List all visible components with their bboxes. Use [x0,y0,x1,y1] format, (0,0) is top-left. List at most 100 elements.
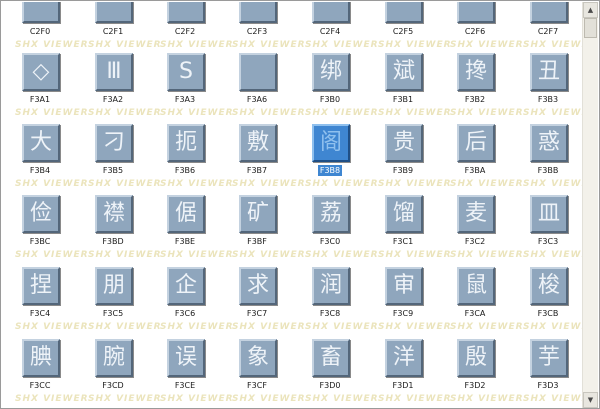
glyph-cell[interactable]: C2F2 SHX VIEWER [150,2,233,56]
scrollbar-thumb[interactable] [584,18,597,38]
glyph-cell[interactable]: C2F5 SHX VIEWER [368,2,451,56]
glyph-tile[interactable] [22,2,60,23]
glyph-tile[interactable]: S [167,53,205,91]
glyph-cell[interactable]: 企 F3C6 SHX VIEWER [150,267,233,338]
glyph-tile[interactable]: 俭 [22,195,60,233]
glyph-tile[interactable]: 皿 [530,195,568,233]
glyph-tile[interactable] [239,2,277,23]
scroll-up-icon[interactable]: ▲ [583,2,598,18]
glyph-tile[interactable] [457,2,495,23]
glyph-cell[interactable]: 馏 F3C1 SHX VIEWER [368,195,451,266]
glyph-cell[interactable]: S F3A3 SHX VIEWER [150,53,233,124]
glyph-cell[interactable]: 腆 F3CC SHX VIEWER [5,339,88,408]
glyph-cell[interactable]: ◇ F3A1 SHX VIEWER [5,53,88,124]
glyph-tile[interactable]: 腆 [22,339,60,377]
glyph-tile[interactable]: 刁 [95,124,133,162]
glyph-tile[interactable]: 审 [385,267,423,305]
glyph-tile[interactable]: 馏 [385,195,423,233]
glyph-cell[interactable]: 倨 F3BE SHX VIEWER [150,195,233,266]
glyph-cell[interactable]: 惑 F3BB SHX VIEWER [513,124,584,195]
glyph-cell[interactable]: Ⅲ F3A2 SHX VIEWER [78,53,161,124]
glyph-tile[interactable] [312,2,350,23]
glyph-tile[interactable]: 洋 [385,339,423,377]
vertical-scrollbar[interactable]: ▲ ▼ [582,2,598,408]
glyph-tile[interactable]: 搀 [457,53,495,91]
glyph-tile[interactable]: 捏 [22,267,60,305]
glyph-cell[interactable]: C2F0 SHX VIEWER [5,2,88,56]
glyph-cell[interactable]: 求 F3C7 SHX VIEWER [222,267,305,338]
glyph-cell[interactable]: 后 F3BA SHX VIEWER [440,124,523,195]
glyph-cell[interactable]: 芋 F3D3 SHX VIEWER [513,339,584,408]
glyph-tile[interactable]: 荔 [312,195,350,233]
glyph-cell[interactable]: C2F6 SHX VIEWER [440,2,523,56]
glyph-tile[interactable]: 畜 [312,339,350,377]
glyph-cell[interactable]: 朋 F3C5 SHX VIEWER [78,267,161,338]
glyph-tile[interactable]: 象 [239,339,277,377]
glyph-cell[interactable]: 矿 F3BF SHX VIEWER [222,195,305,266]
glyph-cell[interactable]: 绑 F3B0 SHX VIEWER [295,53,378,124]
glyph-tile[interactable] [167,2,205,23]
glyph-cell[interactable]: 皿 F3C3 SHX VIEWER [513,195,584,266]
glyph-tile[interactable]: 企 [167,267,205,305]
glyph-tile[interactable]: 扼 [167,124,205,162]
glyph-tile[interactable]: 求 [239,267,277,305]
glyph-tile[interactable]: 斌 [385,53,423,91]
glyph-tile[interactable]: 润 [312,267,350,305]
glyph-tile[interactable]: 误 [167,339,205,377]
glyph-cell[interactable]: 大 F3B4 SHX VIEWER [5,124,88,195]
glyph-tile[interactable]: 朋 [95,267,133,305]
glyph-tile[interactable]: 芋 [530,339,568,377]
glyph-tile[interactable]: 大 [22,124,60,162]
glyph-cell[interactable]: 刁 F3B5 SHX VIEWER [78,124,161,195]
glyph-tile-selected[interactable]: 阁 [312,124,350,162]
glyph-tile[interactable] [530,2,568,23]
glyph-tile[interactable]: Ⅲ [95,53,133,91]
glyph-tile[interactable]: 襟 [95,195,133,233]
glyph-cell[interactable]: 丑 F3B3 SHX VIEWER [513,53,584,124]
glyph-tile[interactable] [239,53,277,91]
glyph-cell[interactable]: C2F3 SHX VIEWER [222,2,305,56]
glyph-cell[interactable]: 梭 F3CB SHX VIEWER [513,267,584,338]
glyph-cell[interactable]: C2F1 SHX VIEWER [78,2,161,56]
glyph-cell[interactable]: 扼 F3B6 SHX VIEWER [150,124,233,195]
glyph-tile[interactable]: 惑 [530,124,568,162]
glyph-cell[interactable]: 襟 F3BD SHX VIEWER [78,195,161,266]
glyph-cell[interactable]: C2F7 SHX VIEWER [513,2,584,56]
glyph-cell[interactable]: 润 F3C8 SHX VIEWER [295,267,378,338]
scroll-down-icon[interactable]: ▼ [583,392,598,408]
glyph-cell[interactable]: 贵 F3B9 SHX VIEWER [368,124,451,195]
glyph-cell[interactable]: 象 F3CF SHX VIEWER [222,339,305,408]
glyph-cell[interactable]: 鼠 F3CA SHX VIEWER [440,267,523,338]
glyph-tile[interactable]: 腕 [95,339,133,377]
glyph-cell[interactable]: 殷 F3D2 SHX VIEWER [440,339,523,408]
glyph-tile[interactable]: 梭 [530,267,568,305]
glyph-tile[interactable]: 后 [457,124,495,162]
glyph-cell[interactable]: 敷 F3B7 SHX VIEWER [222,124,305,195]
glyph-tile[interactable]: 敷 [239,124,277,162]
glyph-cell[interactable]: 误 F3CE SHX VIEWER [150,339,233,408]
glyph-tile[interactable]: 麦 [457,195,495,233]
glyph-tile[interactable]: 矿 [239,195,277,233]
glyph-cell[interactable]: 审 F3C9 SHX VIEWER [368,267,451,338]
glyph-tile[interactable] [95,2,133,23]
glyph-cell[interactable]: 搀 F3B2 SHX VIEWER [440,53,523,124]
glyph-cell[interactable]: 腕 F3CD SHX VIEWER [78,339,161,408]
glyph-cell[interactable]: C2F4 SHX VIEWER [295,2,378,56]
glyph-cell[interactable]: 畜 F3D0 SHX VIEWER [295,339,378,408]
glyph-cell[interactable]: 捏 F3C4 SHX VIEWER [5,267,88,338]
glyph-tile[interactable]: 贵 [385,124,423,162]
glyph-tile[interactable]: 绑 [312,53,350,91]
glyph-cell[interactable]: 俭 F3BC SHX VIEWER [5,195,88,266]
glyph-tile[interactable]: 殷 [457,339,495,377]
glyph-tile[interactable]: ◇ [22,53,60,91]
glyph-cell[interactable]: 洋 F3D1 SHX VIEWER [368,339,451,408]
glyph-cell[interactable]: 斌 F3B1 SHX VIEWER [368,53,451,124]
glyph-cell[interactable]: 阁 F3B8 SHX VIEWER [295,124,378,195]
glyph-cell[interactable]: 荔 F3C0 SHX VIEWER [295,195,378,266]
glyph-tile[interactable]: 丑 [530,53,568,91]
glyph-cell[interactable]: F3A6 SHX VIEWER [222,53,305,124]
glyph-tile[interactable]: 鼠 [457,267,495,305]
glyph-cell[interactable]: 麦 F3C2 SHX VIEWER [440,195,523,266]
glyph-tile[interactable]: 倨 [167,195,205,233]
glyph-tile[interactable] [385,2,423,23]
